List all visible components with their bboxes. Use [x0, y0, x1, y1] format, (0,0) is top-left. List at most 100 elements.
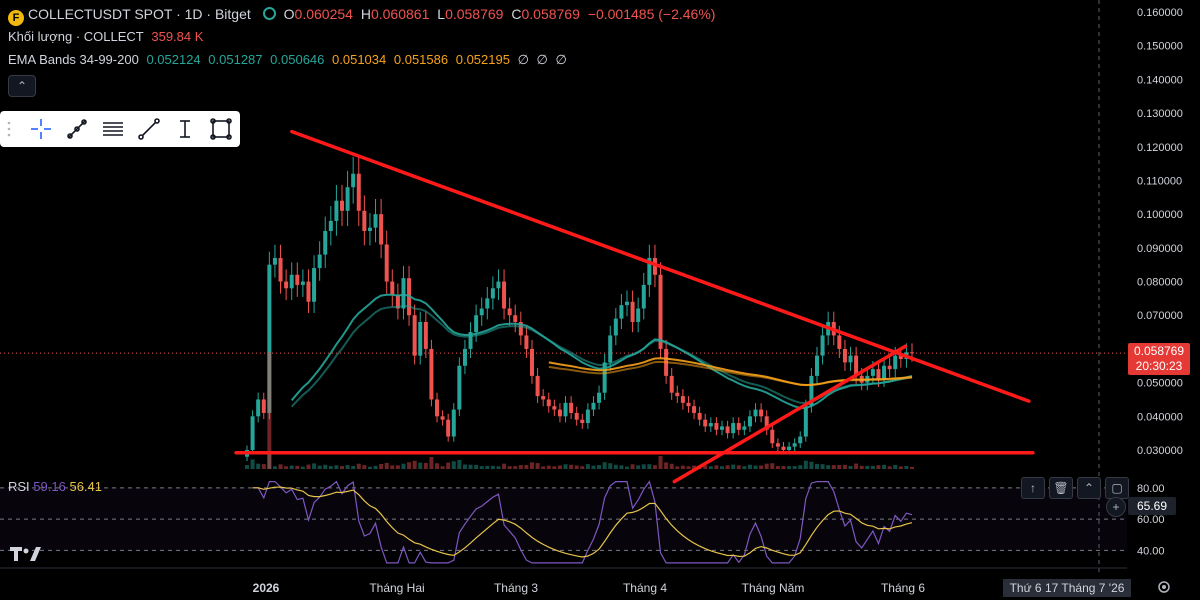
volume-bar: [250, 459, 255, 469]
trend-line-icon[interactable]: [65, 117, 89, 141]
maximize-pane-button[interactable]: ▢: [1105, 477, 1129, 499]
candle-body: [474, 315, 479, 333]
candle-body: [295, 274, 300, 285]
volume-bar: [826, 465, 831, 469]
crosshair-icon[interactable]: [29, 117, 53, 141]
tradingview-logo-icon[interactable]: [10, 545, 42, 563]
drag-handle-icon[interactable]: [4, 117, 14, 141]
volume-bar: [781, 466, 786, 469]
candle-body: [842, 348, 847, 363]
volume-bar: [597, 465, 602, 469]
candle-body: [569, 402, 574, 413]
volume-bar: [882, 464, 887, 469]
volume-bar: [686, 466, 691, 469]
add-icon: +: [1112, 500, 1120, 514]
time-axis-label: 2026: [253, 581, 280, 595]
rsi-legend[interactable]: RSI 59.16 56.41: [8, 479, 102, 494]
candle-body: [546, 399, 551, 407]
candle-body: [278, 257, 283, 282]
candle-body: [837, 335, 842, 349]
volume-bar: [775, 466, 780, 469]
volume-bar: [457, 459, 462, 469]
volume-bar: [608, 463, 613, 469]
volume-bar: [764, 463, 769, 469]
volume-bar: [787, 466, 792, 469]
candle-body: [440, 416, 445, 420]
ohlc-open-label: O: [283, 6, 295, 22]
ohlc-high: 0.060861: [370, 6, 430, 22]
line-icon[interactable]: [137, 117, 161, 141]
ema-teal-3: 0.050646: [270, 52, 325, 67]
volume-bar: [652, 465, 657, 469]
volume-legend[interactable]: Khối lượng · COLLECT 359.84 K: [8, 28, 207, 46]
volume-bar: [356, 463, 361, 469]
ema-empty-3: ∅: [555, 52, 567, 67]
price-chart[interactable]: 0.160000 0.150000 0.140000 0.130000 0.120000…: [0, 0, 1200, 600]
candle-body: [882, 365, 887, 380]
volume-bar: [328, 466, 333, 469]
candle-body: [641, 284, 646, 309]
symbol-title[interactable]: COLLECTUSDT SPOT · 1D · Bitget: [28, 6, 251, 22]
candle-body: [736, 423, 741, 430]
candle-body: [597, 392, 602, 403]
rsi-tick-label: 80.00: [1137, 483, 1165, 495]
candle-body: [720, 426, 724, 430]
rectangle-icon[interactable]: [209, 117, 233, 141]
candle-body: [496, 281, 501, 289]
candle-body: [367, 227, 372, 231]
candle-body: [345, 187, 350, 211]
collapse-pane-button[interactable]: ⌃: [1077, 477, 1101, 499]
candle-body: [675, 392, 680, 397]
volume-bar: [680, 465, 685, 469]
price-tick-label: 0.090000: [1137, 243, 1183, 255]
candle-body: [250, 416, 255, 450]
candle-body: [435, 399, 439, 417]
volume-bar: [412, 460, 417, 469]
volume-bar: [518, 465, 523, 469]
ema-teal-1: 0.052124: [146, 52, 201, 67]
candle-body: [636, 308, 641, 322]
ohlc-low: 0.058769: [445, 6, 504, 22]
volume-bar: [485, 465, 490, 469]
candle-body: [306, 281, 311, 302]
add-button[interactable]: +: [1106, 497, 1126, 517]
volume-bar: [904, 465, 909, 469]
candle-body: [742, 426, 747, 430]
candle-body: [753, 409, 758, 417]
candle-body: [373, 214, 378, 228]
volume-bar: [546, 465, 551, 469]
price-tick-label: 0.070000: [1137, 310, 1183, 322]
horizontal-lines-icon[interactable]: [101, 117, 125, 141]
volume-bar: [502, 463, 507, 469]
candle-body: [580, 419, 585, 424]
market-status-icon: [262, 7, 276, 20]
volume-bar: [429, 457, 434, 469]
ema-legend[interactable]: EMA Bands 34-99-200 0.052124 0.051287 0.…: [8, 51, 571, 69]
collapse-legend-button[interactable]: ⌃: [8, 75, 36, 97]
candle-body: [725, 426, 730, 434]
trendline-descending-resistance: [290, 129, 1031, 403]
volume-bar: [300, 466, 305, 469]
move-up-button[interactable]: ↑: [1021, 477, 1045, 499]
price-tick-label: 0.050000: [1137, 378, 1183, 390]
volume-bar: [513, 466, 518, 469]
price-tick-label: 0.150000: [1137, 41, 1183, 53]
volume-bar: [379, 464, 384, 469]
price-tick-label: 0.130000: [1137, 108, 1183, 120]
volume-bar: [859, 465, 864, 469]
candle-body: [714, 423, 719, 430]
candle-body: [552, 406, 557, 410]
bar-countdown: 20:30:23: [1135, 359, 1183, 373]
maximize-icon: ▢: [1111, 481, 1123, 495]
candle-body: [770, 429, 775, 444]
candle-body: [787, 446, 792, 450]
volume-bar: [613, 464, 618, 469]
ema-orange-1: 0.051034: [332, 52, 387, 67]
volume-bar: [854, 463, 859, 469]
settings-icon[interactable]: [1157, 580, 1171, 594]
volume-bar: [625, 466, 629, 469]
text-cursor-icon[interactable]: [173, 117, 197, 141]
volume-bar: [870, 465, 875, 469]
price-tick-label: 0.120000: [1137, 142, 1183, 154]
remove-indicator-button[interactable]: 🗑: [1049, 477, 1073, 499]
